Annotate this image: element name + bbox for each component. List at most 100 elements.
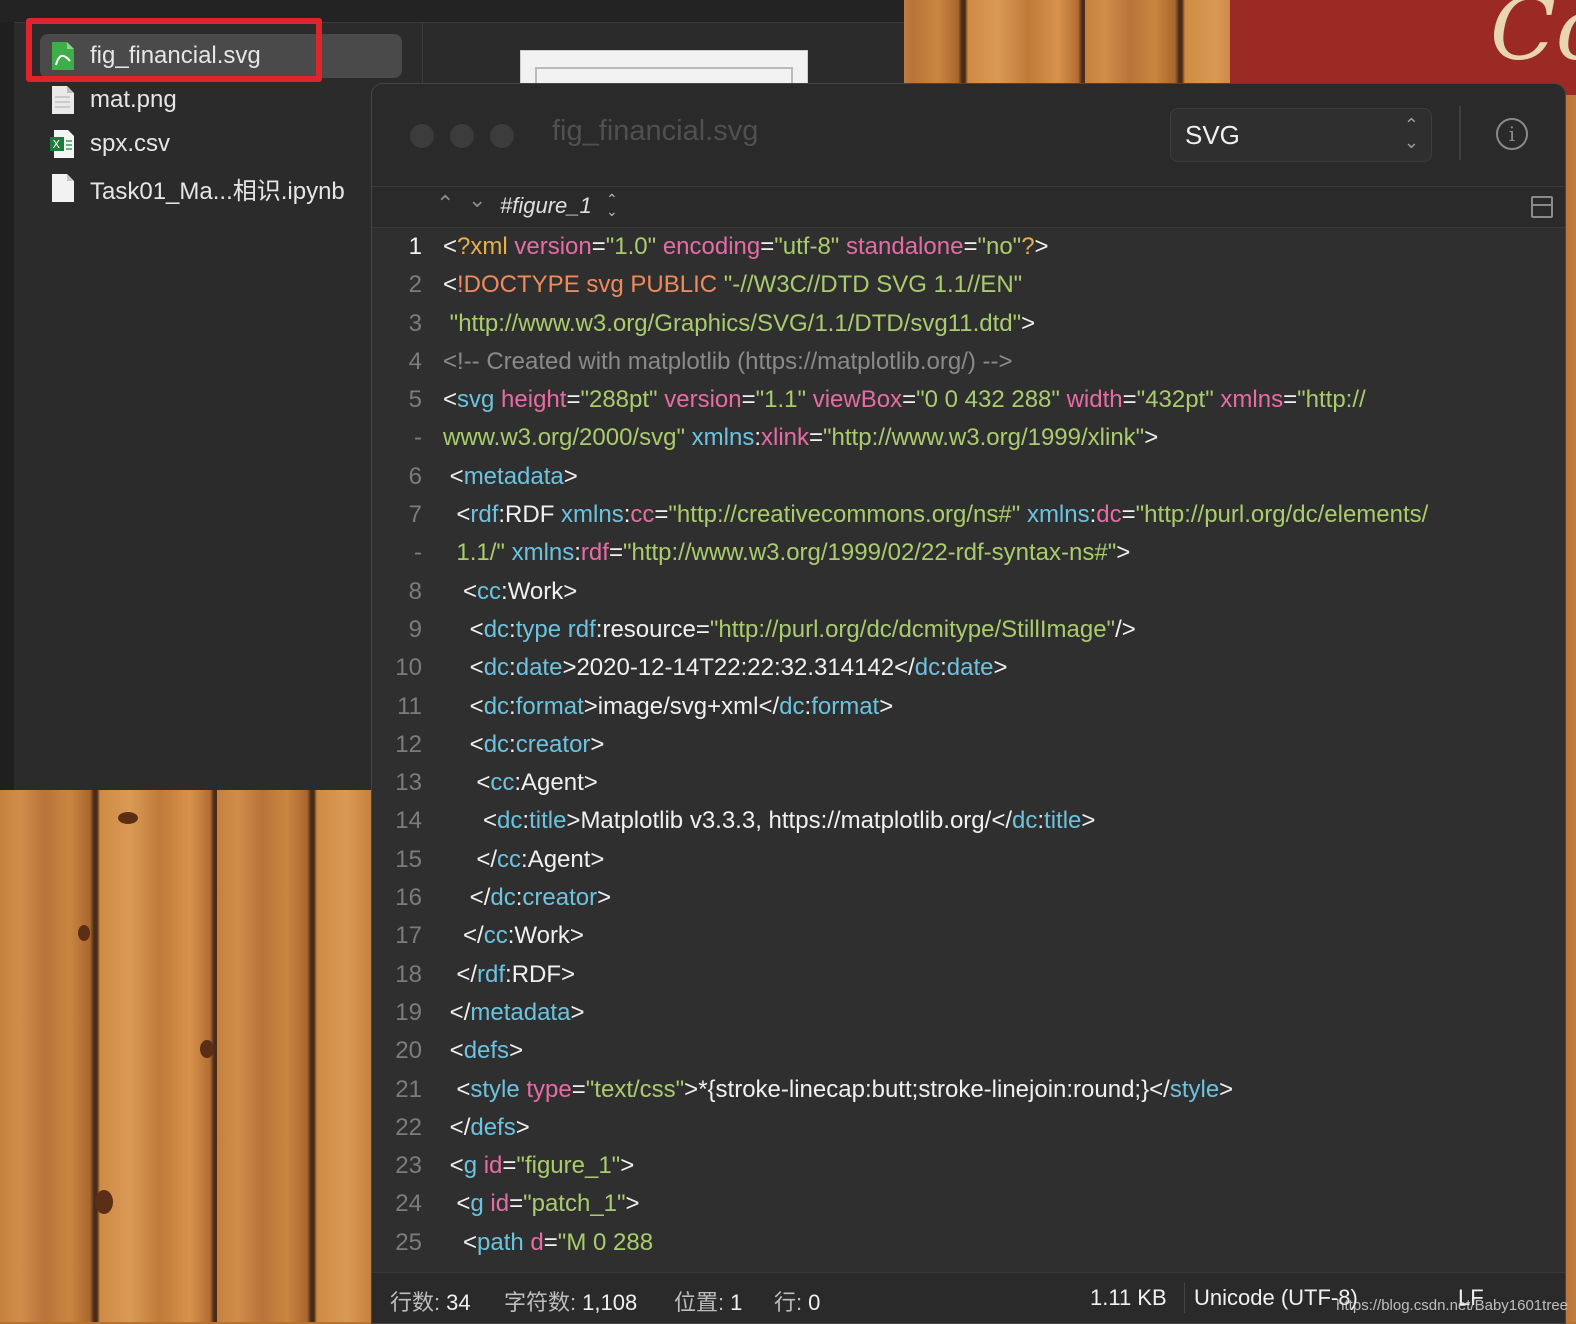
symbol-path-label[interactable]: #figure_1: [500, 193, 592, 219]
code-line[interactable]: 11 <dc:format>image/svg+xml</dc:format>: [372, 688, 1565, 726]
wood-knot: [118, 812, 138, 824]
code-token: "http://www.w3.org/1999/02/22-rdf-syntax…: [622, 539, 1117, 567]
code-token: metadata: [470, 998, 571, 1026]
code-token: <: [456, 1075, 471, 1103]
code-token: xlink: [760, 424, 809, 452]
code-line[interactable]: 14 <dc:title>Matplotlib v3.3.3, https://…: [372, 802, 1565, 840]
code-token: >: [597, 884, 612, 912]
code-line[interactable]: 19 </metadata>: [372, 994, 1565, 1032]
code-line[interactable]: 16 </dc:creator>: [372, 879, 1565, 917]
file-item-task01-ipynb[interactable]: Task01_Ma...相识.ipynb: [40, 166, 402, 210]
code-token: <: [449, 1037, 464, 1065]
code-line[interactable]: 6 <metadata>: [372, 458, 1565, 496]
code-token: id: [483, 1152, 503, 1180]
close-window-button[interactable]: [410, 124, 434, 148]
code-line[interactable]: 13 <cc:Agent>: [372, 764, 1565, 802]
line-content: </cc:Agent>: [443, 841, 604, 879]
code-line[interactable]: 4 <!-- Created with matplotlib (https://m…: [372, 343, 1565, 381]
code-token: svg: [457, 386, 495, 414]
minimize-window-button[interactable]: [450, 124, 474, 148]
code-token: creator: [515, 730, 591, 758]
code-line[interactable]: 7 <rdf:RDF xmlns:cc="http://creativecomm…: [372, 496, 1565, 534]
code-token: cc: [483, 922, 508, 950]
line-number: 17: [395, 922, 422, 950]
file-item-mat-png[interactable]: mat.png: [40, 78, 402, 122]
line-number: 6: [408, 462, 422, 490]
code-token: :RDF>: [505, 960, 576, 988]
syntax-format-select[interactable]: SVG ⌃ ⌄: [1170, 108, 1432, 162]
line-count: 行数: 34: [390, 1290, 471, 1315]
code-line[interactable]: 9 <dc:type rdf:resource="http://purl.org…: [372, 611, 1565, 649]
line-number: -: [414, 539, 422, 567]
code-line[interactable]: 21 <style type="text/css">*{stroke-linec…: [372, 1071, 1565, 1109]
code-token: >: [563, 462, 578, 490]
code-line[interactable]: 2 <!DOCTYPE svg PUBLIC "-//W3C//DTD SVG 1…: [372, 266, 1565, 304]
code-line[interactable]: 1 <?xml version="1.0" encoding="utf-8" st…: [372, 228, 1565, 266]
split-editor-icon[interactable]: [1531, 196, 1553, 218]
code-token: :Work>: [501, 577, 578, 605]
poster-lettering: Co: [1490, 0, 1576, 80]
code-token: type: [526, 1075, 572, 1103]
code-token: </: [476, 845, 498, 873]
line-number: 25: [395, 1228, 422, 1256]
code-token: <: [449, 1152, 464, 1180]
char-count: 字符数: 1,108: [504, 1290, 638, 1315]
code-line[interactable]: 22 </defs>: [372, 1109, 1565, 1147]
info-icon[interactable]: i: [1496, 118, 1528, 150]
code-line[interactable]: - 1.1/" xmlns:rdf="http://www.w3.org/199…: [372, 534, 1565, 572]
code-line[interactable]: 18 </rdf:RDF>: [372, 956, 1565, 994]
code-token: date: [946, 654, 994, 682]
code-line[interactable]: 20 <defs>: [372, 1032, 1565, 1070]
toolbar-separator: [1459, 106, 1461, 160]
code-token: >: [1034, 233, 1049, 260]
code-line[interactable]: 24 <g id="patch_1">: [372, 1185, 1565, 1223]
code-token: defs: [463, 1037, 510, 1065]
code-line[interactable]: 23 <g id="figure_1">: [372, 1147, 1565, 1185]
chevron-up-icon[interactable]: ⌃: [436, 191, 454, 217]
chevron-down-icon[interactable]: ⌄: [468, 187, 486, 213]
code-token: !DOCTYPE svg PUBLIC: [457, 271, 724, 299]
code-line[interactable]: 5 <svg height="288pt" version="1.1" viewB…: [372, 381, 1565, 419]
code-token: cc: [477, 577, 502, 605]
code-token: :: [509, 692, 516, 720]
file-item-spx-csv[interactable]: X spx.csv: [40, 122, 402, 166]
code-line[interactable]: 3 "http://www.w3.org/Graphics/SVG/1.1/DT…: [372, 305, 1565, 343]
code-line[interactable]: 8 <cc:Work>: [372, 573, 1565, 611]
code-token: ?: [1021, 233, 1035, 260]
code-token: >: [1021, 309, 1036, 337]
line-content: <dc:type rdf:resource="http://purl.org/d…: [443, 611, 1136, 649]
code-token: >: [590, 730, 605, 758]
code-token: :: [509, 615, 516, 643]
code-token: "-//W3C//DTD SVG 1.1//EN": [723, 271, 1023, 299]
code-line[interactable]: - www.w3.org/2000/svg" xmlns:xlink="http:…: [372, 419, 1565, 457]
code-token: title: [529, 807, 567, 835]
code-token: metadata: [463, 462, 564, 490]
encoding-select[interactable]: Unicode (UTF-8): [1194, 1285, 1358, 1311]
zoom-window-button[interactable]: [490, 124, 514, 148]
code-token: xmlns: [1026, 501, 1090, 529]
line-content: <cc:Agent>: [443, 764, 597, 802]
code-line[interactable]: 10 <dc:date>2020-12-14T22:22:32.314142</…: [372, 649, 1565, 687]
code-token: version: [514, 233, 592, 260]
code-token: =: [1283, 386, 1298, 414]
code-token: <: [463, 1228, 478, 1256]
code-line[interactable]: 25 <path d="M 0 288: [372, 1224, 1565, 1262]
code-line[interactable]: 15 </cc:Agent>: [372, 841, 1565, 879]
code-token: =: [1121, 501, 1136, 529]
code-line[interactable]: 17 </cc:Work>: [372, 917, 1565, 955]
code-token: "288pt": [580, 386, 658, 414]
code-editor[interactable]: 1 <?xml version="1.0" encoding="utf-8" st…: [372, 228, 1565, 1272]
line-number: 13: [395, 769, 422, 797]
code-line[interactable]: 12 <dc:creator>: [372, 726, 1565, 764]
code-token: >: [684, 1075, 699, 1103]
code-token: "432pt": [1136, 386, 1214, 414]
